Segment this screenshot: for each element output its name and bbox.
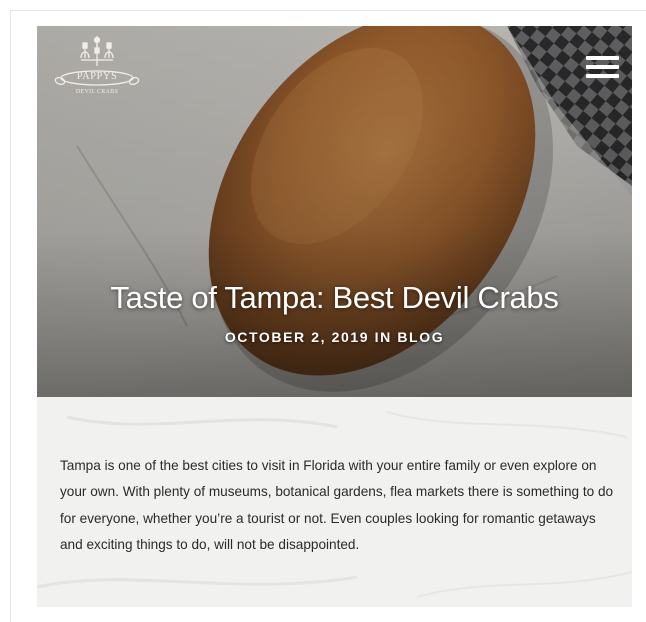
- brand-logo[interactable]: PAPPYS DEVIL CRABS: [47, 34, 147, 104]
- post-meta: OCTOBER 2, 2019 IN BLOG: [224, 329, 445, 345]
- logo-subtitle: DEVIL CRABS: [75, 89, 119, 95]
- menu-bar-top: [586, 56, 619, 60]
- hamburger-menu-icon[interactable]: [586, 56, 620, 80]
- menu-bar-middle: [586, 65, 619, 69]
- hero-banner: PAPPYS DEVIL CRABS Taste of Tampa: Best …: [37, 26, 632, 397]
- post-content: Tampa is one of the best cities to visit…: [37, 397, 632, 607]
- post-body: Tampa is one of the best cities to visit…: [60, 458, 614, 552]
- menu-bar-bottom: [586, 74, 619, 78]
- post-title: Taste of Tampa: Best Devil Crabs: [110, 280, 559, 315]
- logo-name: PAPPYS: [76, 71, 118, 82]
